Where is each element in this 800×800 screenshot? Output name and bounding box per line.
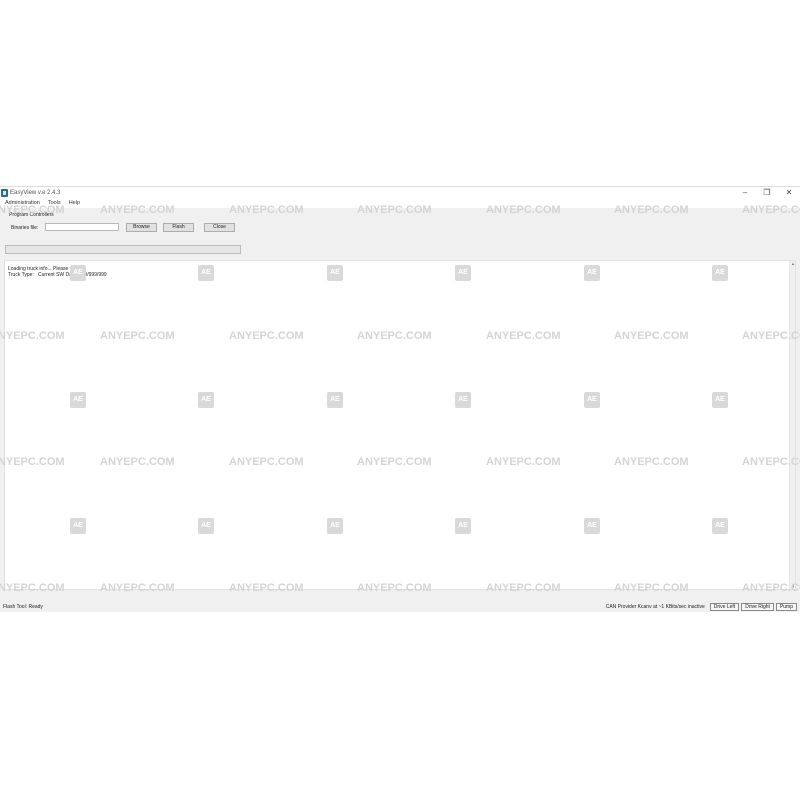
title-bar[interactable]: EasyView v.e 2.4.3 – ❐ ✕ <box>0 187 800 199</box>
status-drive-left: Drive Left <box>709 603 740 611</box>
log-line: Truck Type: Current SW Date: 999/999/999 <box>8 271 107 278</box>
close-button[interactable]: Close <box>204 223 235 232</box>
app-icon <box>1 189 8 197</box>
window-title: EasyView v.e 2.4.3 <box>10 190 61 196</box>
scroll-up-icon[interactable]: ▲ <box>791 261 795 266</box>
minimize-button[interactable]: – <box>734 187 756 199</box>
menu-help[interactable]: Help <box>69 199 80 208</box>
status-drive-right: Drive Right <box>741 603 774 611</box>
binaries-file-label: Binaries file: <box>11 225 39 231</box>
browse-button[interactable]: Browse <box>126 223 157 232</box>
scroll-down-icon[interactable]: ▼ <box>791 584 795 589</box>
flash-tool-status: Flash Tool: Ready <box>3 604 43 610</box>
flash-button[interactable]: Flash <box>163 223 194 232</box>
menu-administration[interactable]: Administration <box>5 199 40 208</box>
menu-tools[interactable]: Tools <box>48 199 61 208</box>
can-provider-status: CAN Provider Kcanv at ~1 KBits/sec inact… <box>605 604 705 610</box>
close-window-button[interactable]: ✕ <box>778 187 800 199</box>
status-right-group: CAN Provider Kcanv at ~1 KBits/sec inact… <box>606 603 797 611</box>
status-bar: Flash Tool: Ready CAN Provider Kcanv at … <box>0 602 800 612</box>
flash-progress-bar <box>5 245 241 254</box>
binaries-file-input[interactable] <box>45 223 119 231</box>
status-pump: Pump <box>775 603 797 611</box>
log-output[interactable]: Loading truck info... Please wait... Tru… <box>4 260 796 590</box>
log-lines: Loading truck info... Please wait... Tru… <box>8 266 107 278</box>
program-controllers-label: Program Controllers <box>9 212 54 218</box>
maximize-button[interactable]: ❐ <box>756 187 778 199</box>
log-scrollbar[interactable]: ▲ ▼ <box>789 261 795 589</box>
menu-bar: Administration Tools Help <box>0 199 800 208</box>
app-window: EasyView v.e 2.4.3 – ❐ ✕ Administration … <box>0 186 800 612</box>
window-controls: – ❐ ✕ <box>734 187 800 199</box>
